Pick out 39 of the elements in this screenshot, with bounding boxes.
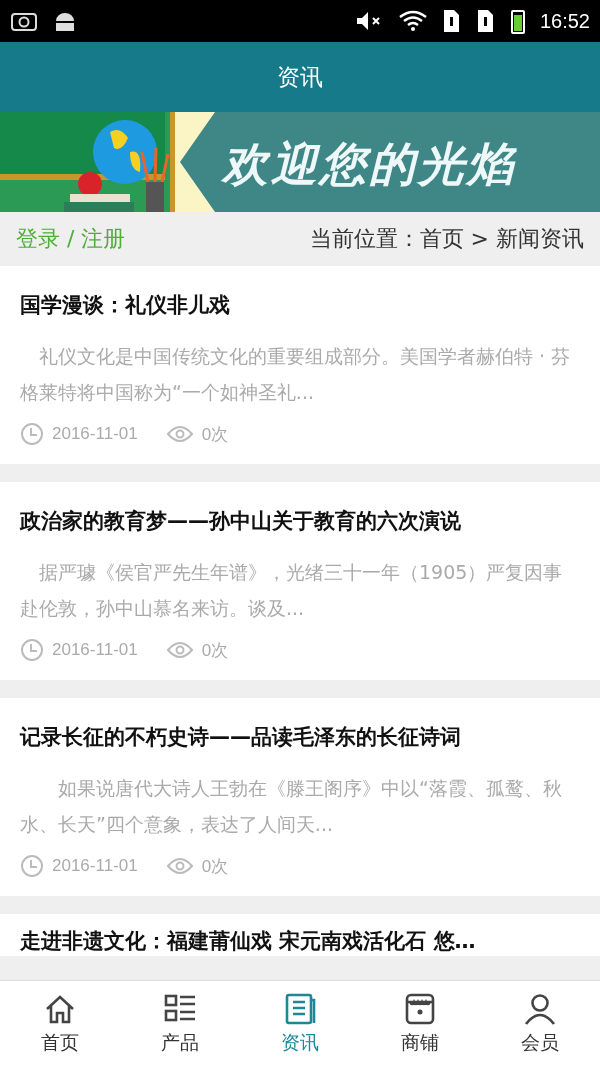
tab-bar-item[interactable]: 会员 bbox=[480, 981, 600, 1067]
article-summary: 据严璩《侯官严先生年谱》，光绪三十一年（1905）严复因事赴伦敦，孙中山慕名来访。谈及... bbox=[20, 560, 564, 621]
tab-bar-item[interactable]: 商铺 bbox=[360, 981, 480, 1067]
tab-bar-item[interactable]: 首页 bbox=[0, 981, 120, 1067]
eye-icon bbox=[165, 424, 194, 444]
article-title: 国学漫谈：礼仪非儿戏 bbox=[20, 292, 231, 319]
document-icon bbox=[283, 992, 317, 1026]
article-views: 0次 bbox=[201, 639, 229, 662]
article-card[interactable]: 政治家的教育梦——孙中山关于教育的六次演说 据严璩《侯官严先生年谱》，光绪三十一年（1905）严复因事赴伦敦，孙中山慕名来访。谈及... 2016-11-01 0次 bbox=[0, 482, 600, 680]
battery-icon bbox=[509, 7, 526, 35]
status-time: 16:52 bbox=[539, 9, 590, 33]
banner-caption: 欢迎您的光焰 bbox=[222, 136, 516, 193]
article-views: 0次 bbox=[201, 423, 229, 446]
article-title: 走进非遗文化：福建莆仙戏 宋元南戏活化石 悠… bbox=[20, 928, 477, 955]
tab-bar-item[interactable]: 产品 bbox=[120, 981, 240, 1067]
clock-icon bbox=[20, 638, 44, 662]
eye-icon bbox=[165, 640, 194, 660]
breadcrumb: 当前位置：首页 > 新闻资讯 bbox=[309, 225, 584, 253]
article-date: 2016-11-01 bbox=[52, 856, 138, 876]
article-date: 2016-11-01 bbox=[52, 424, 138, 444]
wifi-icon bbox=[397, 9, 428, 33]
shop-icon bbox=[403, 992, 437, 1026]
sim-card-icon bbox=[441, 8, 462, 34]
sim-card-icon bbox=[475, 8, 496, 34]
article-title: 政治家的教育梦——孙中山关于教育的六次演说 bbox=[20, 508, 462, 535]
page-title: 资讯 bbox=[277, 62, 323, 92]
article-card[interactable]: 走进非遗文化：福建莆仙戏 宋元南戏活化石 悠… bbox=[0, 914, 600, 956]
article-card[interactable]: 国学漫谈：礼仪非儿戏 礼仪文化是中国传统文化的重要组成部分。美国学者赫伯特 · 芬格莱特将中国称为“一个如神圣礼... 2016-11-01 0次 bbox=[0, 266, 600, 464]
article-title: 记录长征的不朽史诗——品读毛泽东的长征诗词 bbox=[20, 724, 462, 751]
clock-icon bbox=[20, 422, 44, 446]
article-summary: 如果说唐代大诗人王勃在《滕王阁序》中以“落霞、孤鹜、秋水、长天”四个意象，表达了人间天... bbox=[20, 776, 563, 837]
article-card[interactable]: 记录长征的不朽史诗——品读毛泽东的长征诗词 如果说唐代大诗人王勃在《滕王阁序》中以“落霞、孤鹜、秋水、长天”四个意象，表达了人间天... 2016-11-01 0次 bbox=[0, 698, 600, 896]
article-views: 0次 bbox=[201, 855, 229, 878]
eye-icon bbox=[165, 856, 194, 876]
tab-bar-item[interactable]: 资讯 bbox=[240, 981, 360, 1067]
article-summary: 礼仪文化是中国传统文化的重要组成部分。美国学者赫伯特 · 芬格莱特将中国称为“一个如神圣礼... bbox=[20, 344, 572, 405]
person-icon bbox=[523, 992, 557, 1026]
clock-icon bbox=[20, 854, 44, 878]
article-date: 2016-11-01 bbox=[52, 640, 138, 660]
